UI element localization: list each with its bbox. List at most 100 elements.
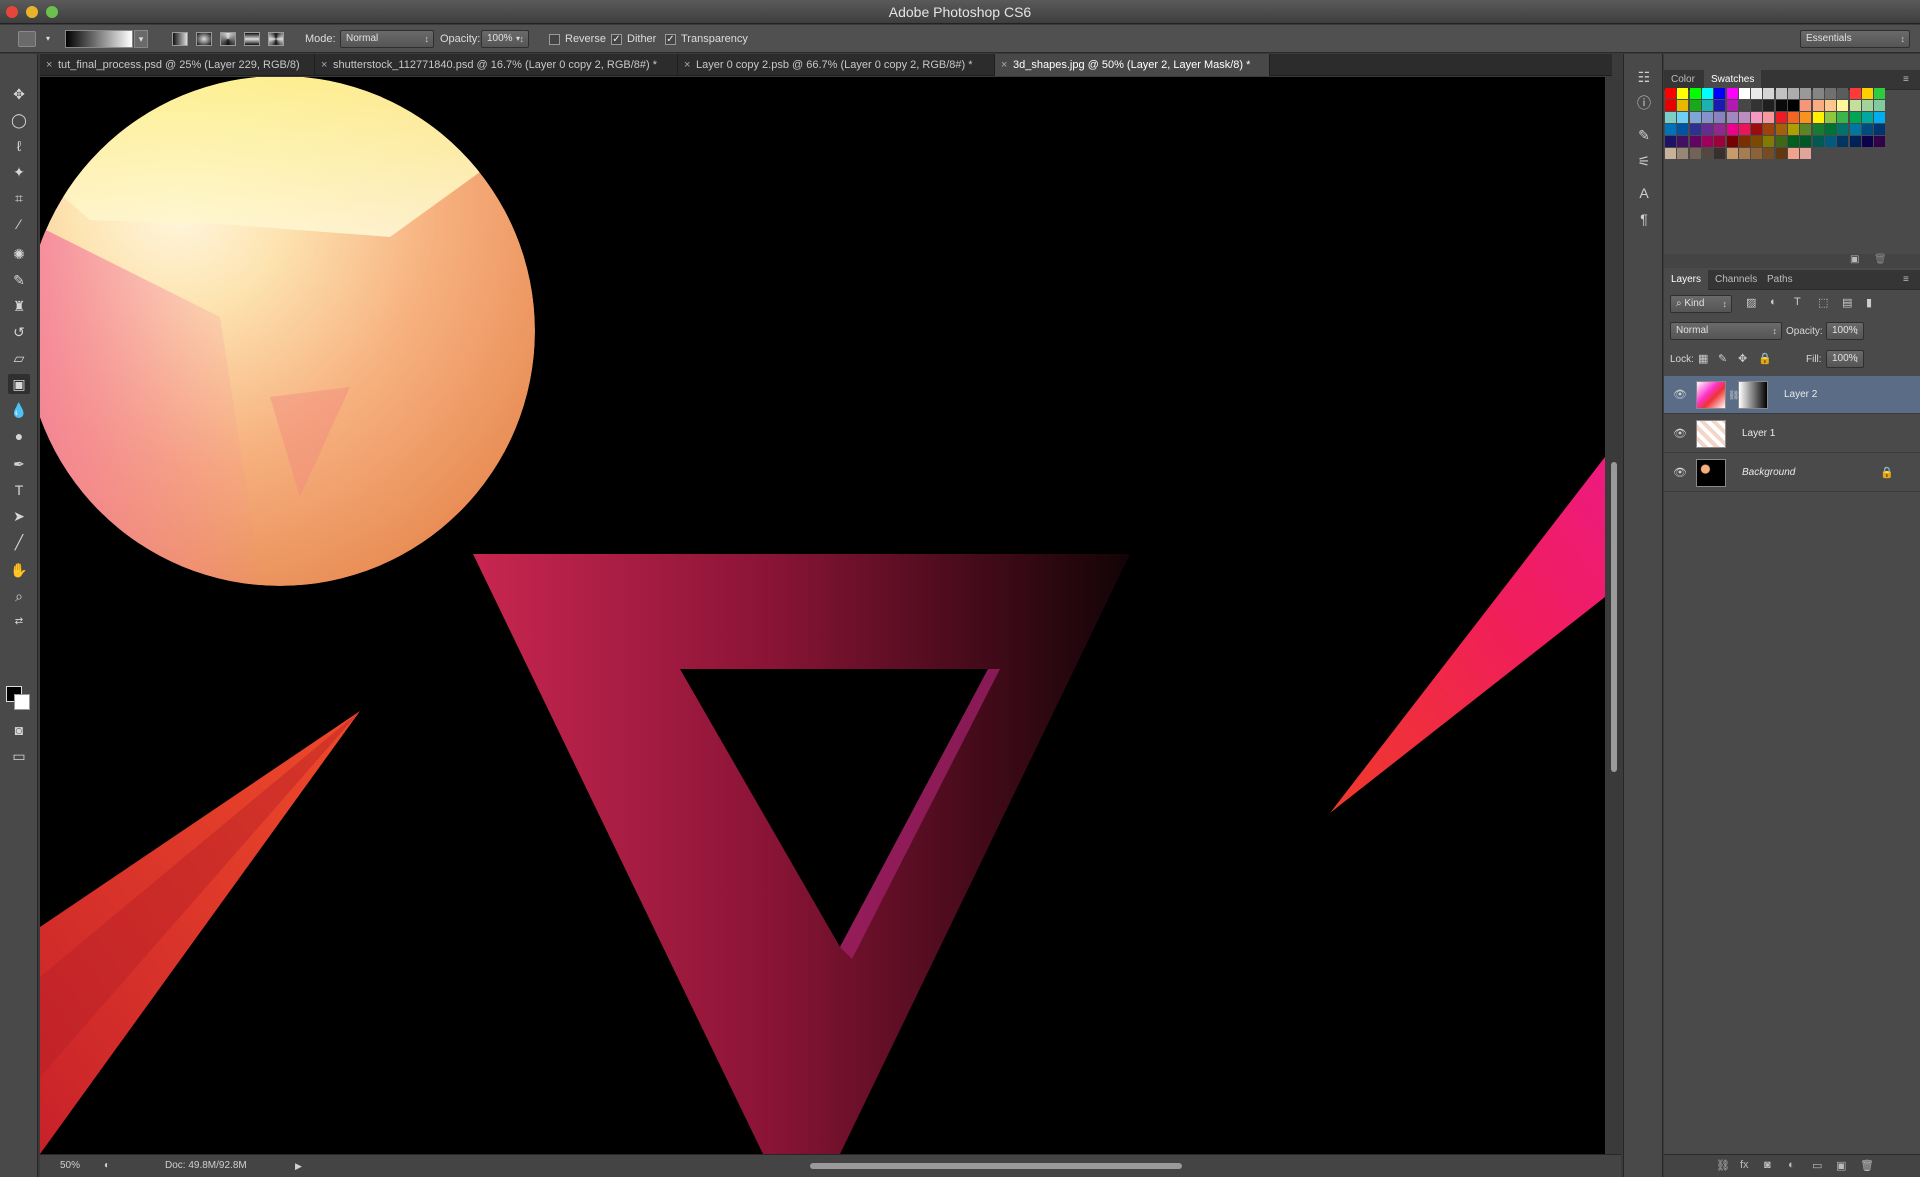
path-selection-tool-icon[interactable]: ➤ xyxy=(8,506,30,526)
color-swatch[interactable] xyxy=(1726,124,1738,135)
delete-layer-icon[interactable]: 🗑 xyxy=(1860,1159,1874,1172)
color-swatch[interactable] xyxy=(1677,112,1689,123)
new-layer-icon[interactable]: ▣ xyxy=(1836,1159,1846,1172)
color-swatch[interactable] xyxy=(1800,112,1812,123)
color-swatch[interactable] xyxy=(1689,112,1701,123)
dodge-tool-icon[interactable]: ● xyxy=(8,426,30,446)
color-swatch[interactable] xyxy=(1861,136,1873,147)
lock-image-icon[interactable]: ✎ xyxy=(1718,352,1727,365)
color-swatch[interactable] xyxy=(1775,124,1787,135)
dither-checkbox[interactable]: ✓ xyxy=(611,34,622,45)
status-info-icon[interactable]: ◐ xyxy=(104,1155,110,1177)
tab-document-1[interactable]: × tut_final_process.psd @ 25% (Layer 229… xyxy=(40,54,315,76)
new-swatch-icon[interactable]: ▣ xyxy=(1850,254,1859,265)
color-swatch[interactable] xyxy=(1763,112,1775,123)
color-swatch[interactable] xyxy=(1775,136,1787,147)
color-swatch[interactable] xyxy=(1788,124,1799,135)
tab-document-3[interactable]: × Layer 0 copy 2.psb @ 66.7% (Layer 0 co… xyxy=(678,54,995,76)
color-swatch[interactable] xyxy=(1714,136,1726,147)
pixel-filter-icon[interactable]: ▨ xyxy=(1746,296,1756,309)
history-panel-icon[interactable]: ☷ xyxy=(1633,66,1655,88)
panel-menu-icon[interactable]: ≡ xyxy=(1896,70,1916,90)
brush-tool-icon[interactable]: ✎ xyxy=(8,270,30,290)
color-swatch[interactable] xyxy=(1824,124,1836,135)
shape-filter-icon[interactable]: ⬚ xyxy=(1818,296,1828,309)
color-swatch[interactable] xyxy=(1874,136,1886,147)
gradient-dropdown-button[interactable]: ▾ xyxy=(134,30,148,48)
color-swatch[interactable] xyxy=(1861,100,1873,111)
tab-document-2[interactable]: × shutterstock_112771840.psd @ 16.7% (La… xyxy=(315,54,678,76)
color-swatch[interactable] xyxy=(1812,124,1824,135)
color-swatch[interactable] xyxy=(1665,88,1676,99)
color-swatch[interactable] xyxy=(1812,136,1824,147)
color-swatch[interactable] xyxy=(1751,100,1763,111)
color-swatch[interactable] xyxy=(1714,112,1726,123)
color-swatch[interactable] xyxy=(1751,112,1763,123)
close-tab-icon[interactable]: × xyxy=(321,54,327,76)
close-tab-icon[interactable]: × xyxy=(46,54,52,76)
color-swatch[interactable] xyxy=(1689,124,1701,135)
color-swatch[interactable] xyxy=(1701,124,1713,135)
color-swatch[interactable] xyxy=(1738,112,1750,123)
color-swatch[interactable] xyxy=(1763,88,1775,99)
character-panel-icon[interactable]: A xyxy=(1633,182,1655,204)
radial-gradient-icon[interactable] xyxy=(196,32,212,46)
color-swatch[interactable] xyxy=(1837,124,1849,135)
type-tool-icon[interactable]: T xyxy=(8,480,30,500)
eyedropper-tool-icon[interactable]: ⁄ xyxy=(8,214,30,234)
linear-gradient-icon[interactable] xyxy=(172,32,188,46)
transparency-checkbox[interactable]: ✓ xyxy=(665,34,676,45)
color-swatch[interactable] xyxy=(1788,88,1799,99)
screen-mode-icon[interactable]: ▭ xyxy=(8,746,30,766)
color-swatch[interactable] xyxy=(1874,112,1886,123)
color-swatch[interactable] xyxy=(1665,148,1676,159)
reverse-checkbox[interactable] xyxy=(549,34,560,45)
window-minimize-button[interactable] xyxy=(26,6,38,18)
color-swatch[interactable] xyxy=(1701,148,1713,159)
color-swatch[interactable] xyxy=(1689,88,1701,99)
new-group-icon[interactable]: ▭ xyxy=(1812,1159,1822,1172)
tab-swatches[interactable]: Swatches xyxy=(1704,70,1762,90)
lasso-tool-icon[interactable]: ℓ xyxy=(8,136,30,156)
color-swatch[interactable] xyxy=(1849,100,1861,111)
zoom-tool-icon[interactable]: ⌕ xyxy=(8,586,30,606)
close-tab-icon[interactable]: × xyxy=(1001,54,1007,76)
color-swatch[interactable] xyxy=(1861,124,1873,135)
color-swatch[interactable] xyxy=(1738,88,1750,99)
color-swatch[interactable] xyxy=(1824,136,1836,147)
color-swatch[interactable] xyxy=(1788,136,1799,147)
tab-paths[interactable]: Paths xyxy=(1760,270,1800,290)
adjustments-panel-icon[interactable]: ⚟ xyxy=(1633,150,1655,172)
color-swatch[interactable] xyxy=(1775,148,1787,159)
color-swatch[interactable] xyxy=(1824,88,1836,99)
angle-gradient-icon[interactable] xyxy=(220,32,236,46)
delete-swatch-icon[interactable]: 🗑 xyxy=(1874,254,1887,265)
color-swatch[interactable] xyxy=(1763,136,1775,147)
color-swatch[interactable] xyxy=(1714,148,1726,159)
color-swatch[interactable] xyxy=(1849,124,1861,135)
color-swatch[interactable] xyxy=(1665,100,1676,111)
visibility-eye-icon[interactable]: 👁 xyxy=(1673,467,1687,479)
quick-mask-icon[interactable]: ◙ xyxy=(8,720,30,740)
color-swatch[interactable] xyxy=(1837,88,1849,99)
color-swatch[interactable] xyxy=(1837,100,1849,111)
filter-toggle-icon[interactable]: ▮ xyxy=(1866,296,1872,309)
color-swatch[interactable] xyxy=(1800,100,1812,111)
color-swatch[interactable] xyxy=(1837,136,1849,147)
panel-menu-icon[interactable]: ≡ xyxy=(1896,270,1916,290)
status-menu-arrow-icon[interactable]: ▶ xyxy=(295,1155,302,1177)
color-swatch[interactable] xyxy=(1738,136,1750,147)
brush-panel-icon[interactable]: ✎ xyxy=(1633,124,1655,146)
color-swatch[interactable] xyxy=(1800,148,1812,159)
color-swatch[interactable] xyxy=(1775,112,1787,123)
zoom-level[interactable]: 50% xyxy=(60,1155,80,1177)
blur-tool-icon[interactable]: 💧 xyxy=(8,400,30,420)
color-swatch[interactable] xyxy=(1738,124,1750,135)
chevron-down-icon[interactable]: ▾ xyxy=(46,25,50,53)
background-color-swatch[interactable] xyxy=(14,694,30,710)
color-swatch[interactable] xyxy=(1763,100,1775,111)
color-swatch[interactable] xyxy=(1726,112,1738,123)
layer-filter-kind[interactable]: ⌕ Kind xyxy=(1670,295,1732,313)
gradient-tool-icon[interactable]: ▣ xyxy=(8,374,30,394)
paragraph-panel-icon[interactable]: ¶ xyxy=(1633,208,1655,230)
